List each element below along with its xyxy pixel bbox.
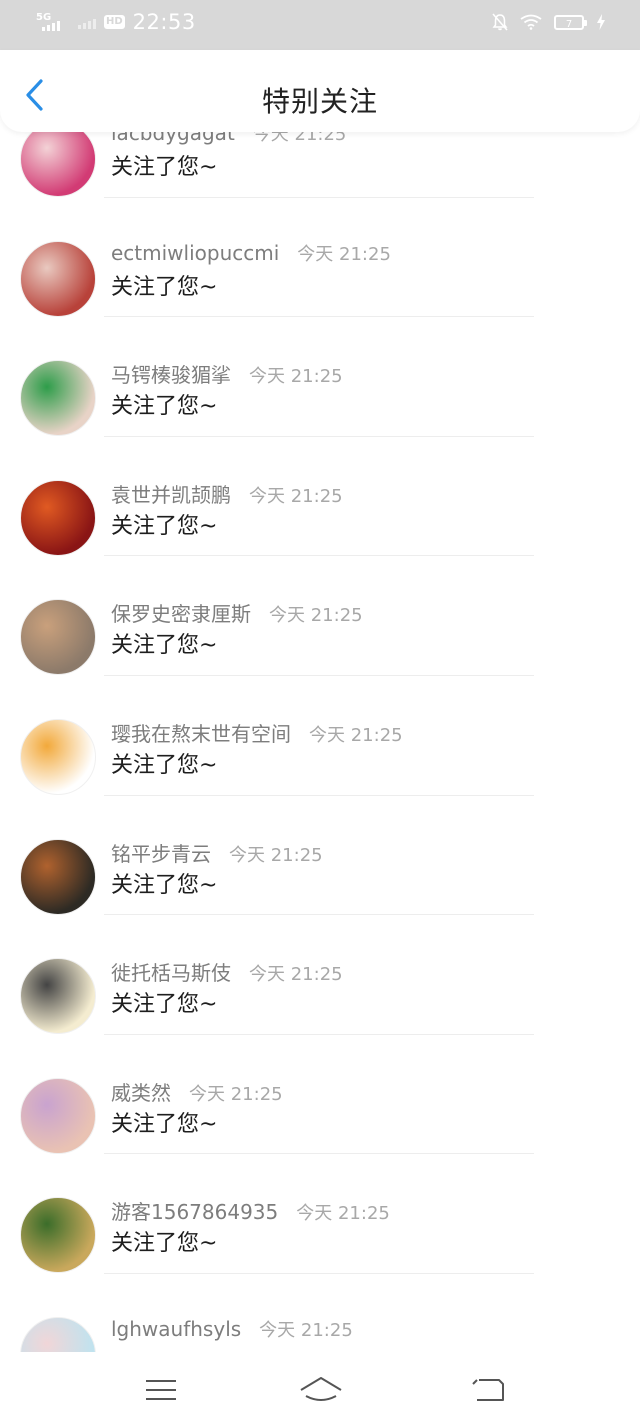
divider [104, 1153, 534, 1155]
item-meta: 袁世并凯颉鹏 今天 21:25 [111, 479, 343, 508]
battery-icon: 7 [554, 14, 587, 30]
notification-list[interactable]: lacbdygagat 今天 21:25 关注了您~ ectmiwliopuccmi 今… [0, 132, 640, 1352]
back-icon[interactable] [469, 1374, 509, 1406]
item-meta: 徙托栝马斯伎 今天 21:25 [111, 957, 343, 986]
menu-icon[interactable] [141, 1374, 181, 1406]
list-item[interactable]: lghwaufhsyls 今天 21:25 [0, 1316, 640, 1352]
notification-message: 关注了您~ [111, 394, 218, 420]
avatar[interactable] [20, 132, 96, 197]
status-left: 5G HD 22:53 [36, 10, 196, 34]
divider [104, 1272, 534, 1274]
divider [104, 435, 534, 437]
user-name[interactable]: ectmiwliopuccmi [111, 241, 279, 265]
list-item[interactable]: 威类然 今天 21:25 关注了您~ [0, 1077, 640, 1197]
status-time: 22:53 [132, 10, 196, 34]
notification-message: 关注了您~ [111, 513, 218, 539]
item-meta: ectmiwliopuccmi 今天 21:25 [111, 240, 391, 266]
wifi-icon [520, 14, 542, 30]
avatar[interactable] [20, 1317, 96, 1352]
list-item[interactable]: 马锷楱骏猸挲 今天 21:25 关注了您~ [0, 359, 640, 479]
notification-message: 关注了您~ [111, 1111, 218, 1137]
avatar[interactable] [20, 240, 96, 317]
notification-message: 关注了您~ [111, 274, 218, 300]
avatar[interactable] [20, 479, 96, 556]
user-name[interactable]: 游客1567864935 [111, 1196, 278, 1225]
list-item[interactable]: 铭平步青云 今天 21:25 关注了您~ [0, 838, 640, 958]
divider [104, 674, 534, 676]
status-right: 7 [492, 13, 606, 31]
item-meta: lacbdygagat 今天 21:25 [111, 132, 346, 146]
notification-message: 关注了您~ [111, 753, 218, 778]
divider [104, 316, 534, 318]
notification-message: 关注了您~ [111, 872, 218, 898]
user-name[interactable]: lacbdygagat [111, 132, 235, 145]
home-icon[interactable] [298, 1374, 344, 1406]
user-name[interactable]: 徙托栝马斯伎 [111, 957, 231, 986]
divider [104, 794, 534, 796]
avatar[interactable] [20, 360, 96, 437]
notification-message: 关注了您~ [111, 1231, 218, 1257]
timestamp: 今天 21:25 [252, 132, 347, 145]
timestamp: 今天 21:25 [259, 1320, 353, 1341]
avatar[interactable] [20, 599, 96, 676]
list-item[interactable]: lacbdygagat 今天 21:25 关注了您~ [0, 132, 640, 240]
item-meta: 铭平步青云 今天 21:25 [111, 838, 323, 867]
list-item[interactable]: 璎我在熬末世有空间 今天 21:25 关注了您~ [0, 718, 640, 838]
user-name[interactable]: 保罗史密隶厘斯 [111, 598, 251, 627]
avatar[interactable] [20, 1077, 96, 1154]
timestamp: 今天 21:25 [269, 605, 363, 627]
user-name[interactable]: 马锷楱骏猸挲 [111, 359, 231, 388]
divider [104, 555, 534, 557]
notification-message: 关注了您~ [111, 992, 218, 1018]
list-item[interactable]: 游客1567864935 今天 21:25 关注了您~ [0, 1196, 640, 1316]
battery-level: 7 [565, 18, 573, 30]
secondary-signal-icon [78, 15, 96, 29]
list-item[interactable]: 徙托栝马斯伎 今天 21:25 关注了您~ [0, 957, 640, 1077]
notification-message: 关注了您~ [111, 633, 218, 659]
system-nav-bar [0, 1352, 640, 1427]
list-item[interactable]: ectmiwliopuccmi 今天 21:25 关注了您~ [0, 240, 640, 360]
timestamp: 今天 21:25 [249, 964, 343, 986]
hd-badge: HD [104, 15, 125, 29]
avatar[interactable] [20, 958, 96, 1035]
divider [104, 1033, 534, 1035]
timestamp: 今天 21:25 [229, 844, 323, 866]
timestamp: 今天 21:25 [189, 1083, 283, 1105]
timestamp: 今天 21:25 [249, 366, 343, 388]
timestamp: 今天 21:25 [249, 485, 343, 507]
timestamp: 今天 21:25 [309, 725, 403, 746]
bell-off-icon [492, 13, 508, 31]
list-item[interactable]: 保罗史密隶厘斯 今天 21:25 关注了您~ [0, 598, 640, 718]
cell-signal-icon: 5G [36, 11, 66, 33]
avatar[interactable] [20, 719, 96, 795]
timestamp: 今天 21:25 [296, 1203, 390, 1225]
notification-message: 关注了您~ [111, 155, 218, 180]
avatar[interactable] [20, 1197, 96, 1274]
divider [104, 914, 534, 916]
user-name[interactable]: lghwaufhsyls [111, 1317, 241, 1341]
user-name[interactable]: 袁世并凯颉鹏 [111, 479, 231, 508]
item-meta: lghwaufhsyls 今天 21:25 [111, 1316, 353, 1342]
item-meta: 威类然 今天 21:25 [111, 1077, 283, 1106]
item-meta: 保罗史密隶厘斯 今天 21:25 [111, 598, 363, 627]
item-meta: 游客1567864935 今天 21:25 [111, 1196, 390, 1225]
page-title: 特别关注 [261, 85, 378, 118]
charging-icon [597, 14, 605, 30]
item-meta: 璎我在熬末世有空间 今天 21:25 [111, 718, 403, 747]
user-name[interactable]: 威类然 [111, 1077, 171, 1106]
item-meta: 马锷楱骏猸挲 今天 21:25 [111, 359, 343, 388]
user-name[interactable]: 铭平步青云 [111, 838, 211, 867]
status-bar: 5G HD 22:53 7 [0, 0, 640, 50]
avatar[interactable] [20, 838, 96, 915]
user-name[interactable]: 璎我在熬末世有空间 [111, 718, 291, 747]
title-bar: 特别关注 [0, 50, 640, 132]
timestamp: 今天 21:25 [297, 243, 391, 265]
list-item[interactable]: 袁世并凯颉鹏 今天 21:25 关注了您~ [0, 479, 640, 599]
divider [104, 196, 534, 198]
